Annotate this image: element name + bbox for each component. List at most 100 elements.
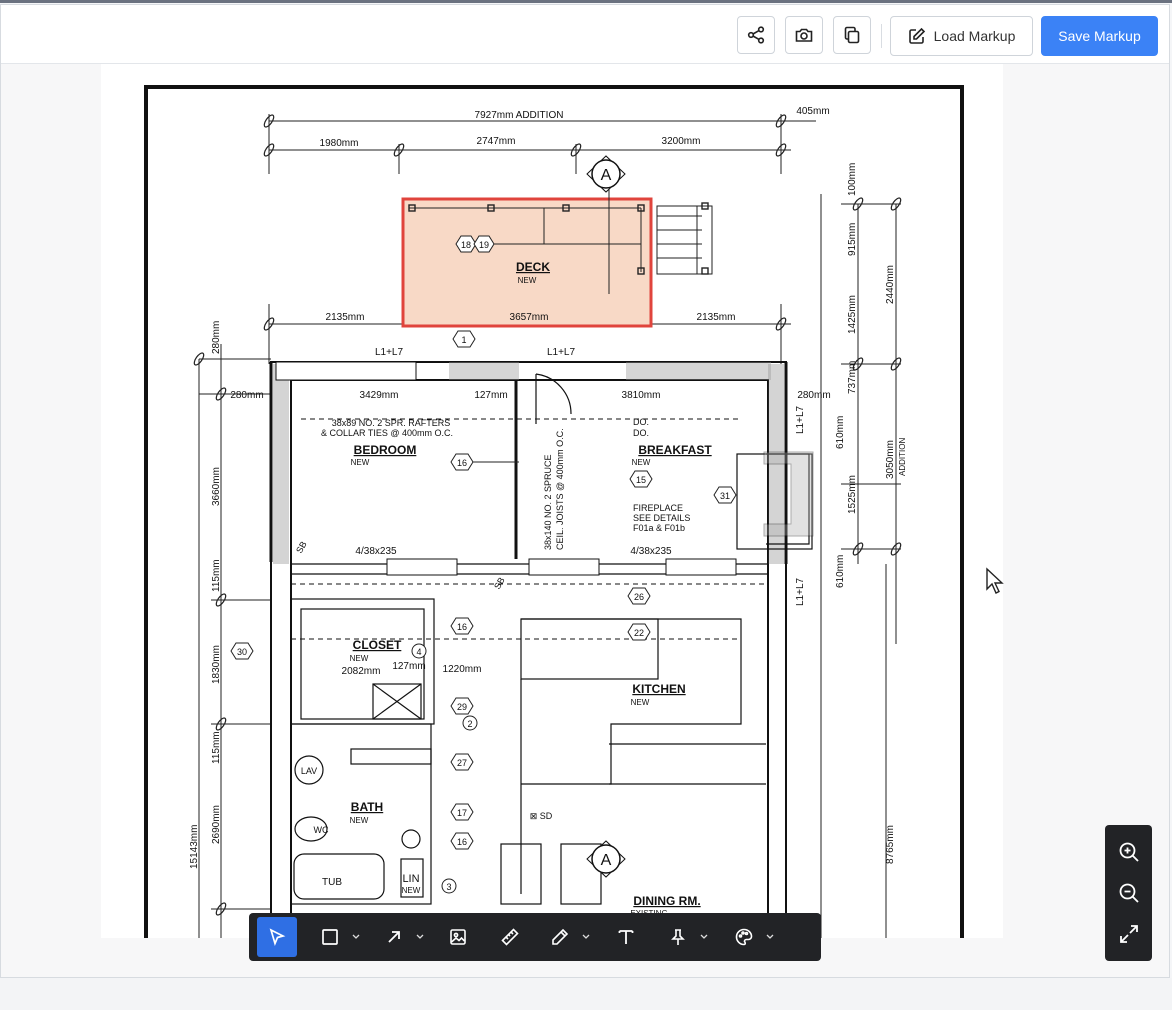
lin-label: LIN: [402, 873, 419, 885]
snapshot-button[interactable]: [785, 16, 823, 54]
do-note-1: DO.: [633, 417, 649, 427]
vdim-3050: 3050mm: [885, 440, 896, 479]
bath-label: BATH: [351, 800, 383, 814]
tag-19: 19: [479, 240, 489, 250]
dim-280-right: 280mm: [797, 390, 830, 401]
mouse-pointer-icon: [986, 567, 1004, 594]
breakfast-sub: NEW: [632, 458, 651, 467]
chevron-down-icon: [582, 934, 590, 939]
vdim-280: 280mm: [211, 321, 222, 354]
tag-27: 27: [457, 758, 467, 768]
vdim-737: 737mm: [847, 361, 858, 394]
select-tool[interactable]: [257, 917, 297, 957]
l1l7-label-b: L1+L7: [547, 347, 576, 358]
share-button[interactable]: [737, 16, 775, 54]
dim-127: 127mm: [474, 390, 507, 401]
save-markup-button[interactable]: Save Markup: [1041, 16, 1158, 56]
color-tool[interactable]: [725, 917, 763, 957]
section-marker-top: A: [601, 167, 612, 184]
tag-30: 30: [237, 647, 247, 657]
fit-screen-button[interactable]: [1111, 916, 1147, 952]
beam-label-left: 4/38x235: [355, 546, 397, 557]
dim-3810: 3810mm: [622, 390, 661, 401]
dim-3200: 3200mm: [662, 136, 701, 147]
palette-icon: [735, 928, 753, 946]
text-icon: [618, 930, 634, 944]
zoom-in-button[interactable]: [1111, 834, 1147, 870]
rectangle-tool[interactable]: [311, 917, 349, 957]
measure-tool[interactable]: [491, 917, 529, 957]
pencil-tool[interactable]: [541, 917, 579, 957]
smoke-detector-label: ⊠ SD: [530, 811, 553, 821]
vdim-915: 915mm: [847, 223, 858, 256]
drawing-sheet: DECK NEW 18 19 A 7927mm ADDITION 405mm 1…: [101, 64, 1003, 938]
fireplace-note-3: F01a & F01b: [633, 523, 685, 533]
tag-3: 3: [446, 882, 451, 892]
vdim-l1l7-b: L1+L7: [795, 577, 806, 606]
vdim-1830: 1830mm: [211, 645, 222, 684]
vdim-1525: 1525mm: [847, 475, 858, 514]
dim-total: 7927mm ADDITION: [475, 110, 564, 121]
rectangle-options-caret[interactable]: [349, 917, 363, 957]
breakfast-label: BREAKFAST: [638, 443, 712, 457]
bedroom-label: BEDROOM: [354, 443, 417, 457]
tag-17: 17: [457, 808, 467, 818]
camera-icon: [795, 28, 813, 42]
vdim-100: 100mm: [847, 163, 858, 196]
dim-2747: 2747mm: [477, 136, 516, 147]
arrow-options-caret[interactable]: [413, 917, 427, 957]
tag-16: 16: [457, 458, 467, 468]
fit-screen-icon: [1119, 925, 1138, 944]
tag-26: 26: [634, 592, 644, 602]
pin-tool[interactable]: [659, 917, 697, 957]
chevron-down-icon: [766, 934, 774, 939]
tag-15: 15: [636, 475, 646, 485]
bedroom-sub: NEW: [351, 458, 370, 467]
pin-icon: [671, 929, 685, 945]
pencil-options-caret[interactable]: [579, 917, 593, 957]
dim-1980: 1980mm: [320, 138, 359, 149]
color-options-caret[interactable]: [763, 917, 777, 957]
vdim-610b: 610mm: [835, 555, 846, 588]
sb-label-2: SB: [492, 576, 507, 591]
rafters-note-2: & COLLAR TIES @ 400mm O.C.: [321, 428, 453, 438]
dim-2135-right: 2135mm: [697, 312, 736, 323]
copy-button[interactable]: [833, 16, 871, 54]
tub-label: TUB: [322, 877, 342, 888]
vdim-1425: 1425mm: [847, 295, 858, 334]
ruler-icon: [501, 928, 519, 946]
pencil-icon: [552, 928, 569, 945]
tag-29: 29: [457, 702, 467, 712]
copy-icon: [844, 26, 860, 44]
dim-3429: 3429mm: [360, 390, 399, 401]
bath-sub: NEW: [350, 816, 369, 825]
bottom-strip: [0, 978, 1172, 1010]
floor-plan-drawing: DECK NEW 18 19 A 7927mm ADDITION 405mm 1…: [144, 85, 964, 938]
wc-label: WC: [314, 825, 329, 835]
tag-16-closet: 16: [457, 622, 467, 632]
image-tool[interactable]: [439, 917, 477, 957]
load-markup-button[interactable]: Load Markup: [890, 16, 1033, 56]
arrow-tool[interactable]: [375, 917, 413, 957]
closet-label: CLOSET: [353, 638, 402, 652]
chevron-down-icon: [352, 934, 360, 939]
pin-options-caret[interactable]: [697, 917, 711, 957]
closet-dim: 2082mm: [342, 666, 381, 677]
vdim-610a: 610mm: [835, 416, 846, 449]
text-tool[interactable]: [607, 917, 645, 957]
tag-4: 4: [416, 647, 421, 657]
zoom-out-button[interactable]: [1111, 875, 1147, 911]
top-accent-line: [0, 0, 1172, 3]
tag-31: 31: [720, 491, 730, 501]
document-viewer[interactable]: DECK NEW 18 19 A 7927mm ADDITION 405mm 1…: [1, 64, 1169, 977]
dim-280-left: 280mm: [230, 390, 263, 401]
vdim-8765: 8765mm: [885, 825, 896, 864]
fireplace-note-1: FIREPLACE: [633, 503, 683, 513]
zoom-in-icon: [1119, 842, 1139, 862]
dim-3657: 3657mm: [510, 312, 549, 323]
deck-label: DECK: [516, 260, 550, 274]
chevron-down-icon: [416, 934, 424, 939]
vdim-addition: ADDITION: [898, 438, 907, 476]
beam-label-right: 4/38x235: [630, 546, 672, 557]
dim-127-closet: 127mm: [392, 661, 425, 672]
